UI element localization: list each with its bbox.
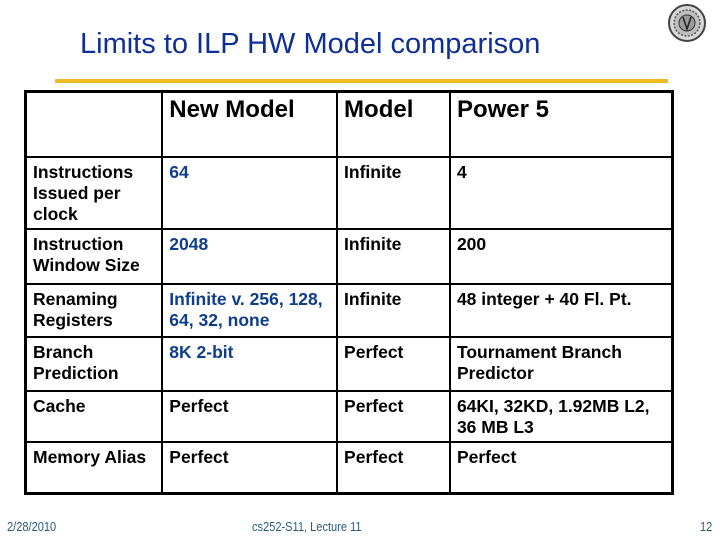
power5-cell: Tournament Branch Predictor — [448, 335, 674, 392]
footer-page-number: 12 — [700, 519, 713, 534]
new-model-cell: 8K 2-bit — [161, 335, 339, 392]
header-cell-new-model: New Model — [161, 90, 339, 158]
new-model-cell: 64 — [161, 155, 339, 230]
table-row: Memory Alias Perfect Perfect Perfect — [24, 440, 674, 495]
power5-cell: 64KI, 32KD, 1.92MB L2, 36 MB L3 — [448, 389, 674, 443]
table-row: Cache Perfect Perfect 64KI, 32KD, 1.92MB… — [24, 389, 674, 443]
new-model-cell: Infinite v. 256, 128, 64, 32, none — [161, 282, 339, 338]
header-cell-model: Model — [336, 90, 451, 158]
table-row: Instruction Window Size 2048 Infinite 20… — [24, 227, 674, 285]
row-label: Instructions Issued per clock — [24, 155, 164, 230]
model-cell: Infinite — [336, 155, 451, 230]
title-underline-divider — [55, 79, 668, 83]
row-label: Branch Prediction — [24, 335, 164, 392]
new-model-cell: Perfect — [161, 389, 339, 443]
row-label: Cache — [24, 389, 164, 443]
model-comparison-table: New Model Model Power 5 Instructions Iss… — [24, 90, 674, 495]
new-model-cell: 2048 — [161, 227, 339, 285]
header-cell-power5: Power 5 — [448, 90, 674, 158]
new-model-cell: Perfect — [161, 440, 339, 495]
row-label: Memory Alias — [24, 440, 164, 495]
row-label: Renaming Registers — [24, 282, 164, 338]
model-cell: Perfect — [336, 389, 451, 443]
footer-course-lecture: cs252-S11, Lecture 11 — [252, 519, 362, 534]
table-header-row: New Model Model Power 5 — [24, 90, 674, 158]
slide-title: Limits to ILP HW Model comparison — [80, 28, 541, 60]
power5-cell: 4 — [448, 155, 674, 230]
row-label: Instruction Window Size — [24, 227, 164, 285]
model-cell: Infinite — [336, 227, 451, 285]
table-row: Instructions Issued per clock 64 Infinit… — [24, 155, 674, 230]
header-cell-empty — [24, 90, 164, 158]
footer-date: 2/28/2010 — [7, 519, 57, 534]
model-cell: Perfect — [336, 335, 451, 392]
table-row: Renaming Registers Infinite v. 256, 128,… — [24, 282, 674, 338]
table-row: Branch Prediction 8K 2-bit Perfect Tourn… — [24, 335, 674, 392]
power5-cell: 48 integer + 40 Fl. Pt. — [448, 282, 674, 338]
university-seal-icon — [668, 4, 706, 42]
model-cell: Infinite — [336, 282, 451, 338]
power5-cell: Perfect — [448, 440, 674, 495]
model-cell: Perfect — [336, 440, 451, 495]
power5-cell: 200 — [448, 227, 674, 285]
